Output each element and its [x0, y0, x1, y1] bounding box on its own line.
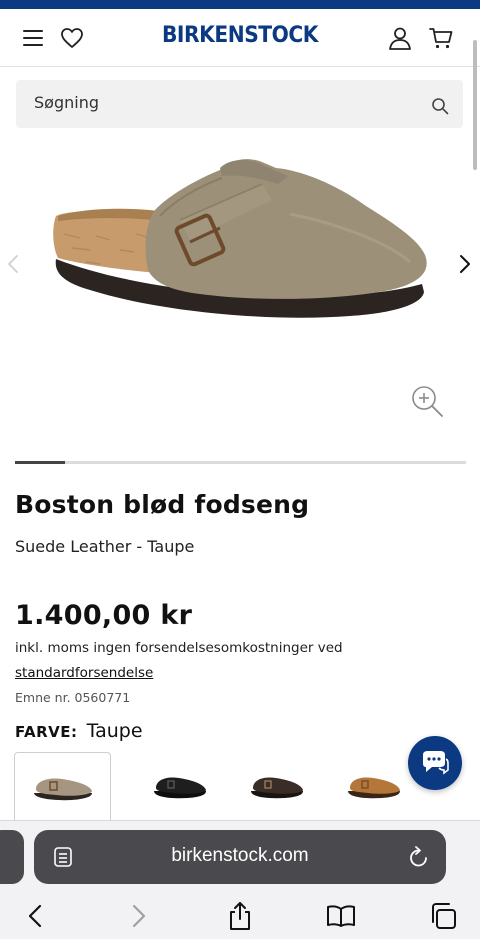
- top-accent-bar: [0, 0, 480, 9]
- book-icon: [327, 905, 355, 927]
- back-button[interactable]: [20, 901, 50, 931]
- color-value: Taupe: [86, 720, 143, 742]
- previous-tab-peek[interactable]: [0, 830, 24, 884]
- site-header: BIRKENSTOCK: [0, 9, 480, 67]
- share-button[interactable]: [225, 901, 255, 931]
- reload-icon[interactable]: [408, 845, 430, 869]
- product-title: Boston blød fodseng: [15, 490, 310, 519]
- product-subtitle: Suede Leather - Taupe: [15, 537, 195, 556]
- zoom-in-icon[interactable]: [410, 384, 444, 418]
- cart-icon[interactable]: [428, 25, 454, 51]
- chat-bubble-icon: [423, 751, 449, 775]
- color-row: FARVE: Taupe: [15, 720, 143, 742]
- search-section: Søgning: [0, 67, 470, 142]
- tabs-button[interactable]: [428, 901, 458, 931]
- product-image-gallery[interactable]: [0, 142, 480, 442]
- chevron-left-icon[interactable]: [6, 254, 20, 274]
- swatch-taupe[interactable]: [14, 752, 111, 822]
- search-input[interactable]: Søgning: [16, 80, 463, 128]
- bookmarks-button[interactable]: [326, 901, 356, 931]
- color-label: FARVE:: [15, 723, 78, 741]
- swatch-mocha[interactable]: [228, 752, 325, 822]
- vat-note: inkl. moms ingen forsendelsesomkostninge…: [15, 640, 343, 656]
- product-price: 1.400,00 kr: [15, 600, 193, 631]
- chevron-left-icon: [28, 904, 42, 928]
- url-text: birkenstock.com: [171, 845, 309, 866]
- search-icon[interactable]: [431, 97, 449, 115]
- user-icon[interactable]: [387, 25, 413, 51]
- swatch-black[interactable]: [131, 752, 228, 822]
- chevron-right-icon: [132, 904, 146, 928]
- product-image: [53, 159, 427, 318]
- shipping-link[interactable]: standardforsendelse: [15, 665, 153, 681]
- address-bar[interactable]: birkenstock.com: [34, 830, 446, 884]
- browser-chrome: birkenstock.com: [0, 820, 480, 939]
- gallery-progress-fill: [15, 461, 65, 464]
- share-icon: [230, 902, 250, 930]
- chat-button[interactable]: [408, 736, 462, 790]
- item-number: Emne nr. 0560771: [15, 690, 131, 705]
- gallery-progress-bar: [15, 461, 466, 464]
- forward-button[interactable]: [124, 901, 154, 931]
- tabs-icon: [432, 903, 456, 929]
- search-placeholder: Søgning: [34, 93, 99, 112]
- chevron-right-icon[interactable]: [458, 254, 472, 274]
